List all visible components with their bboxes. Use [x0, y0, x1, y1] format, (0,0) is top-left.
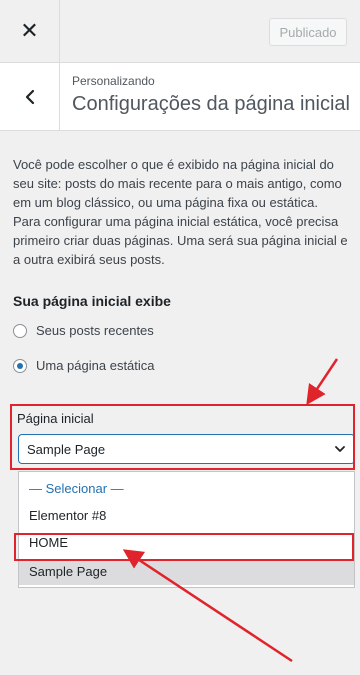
close-icon: ✕ [20, 19, 39, 44]
radio-button-checked[interactable] [13, 358, 27, 373]
radio-static-page[interactable]: Uma página estática [13, 358, 155, 373]
panel-header: Personalizando Configurações da página i… [0, 63, 360, 131]
close-button[interactable]: ✕ [0, 0, 60, 63]
back-button[interactable] [0, 63, 60, 131]
radio-recent-posts[interactable]: Seus posts recentes [13, 323, 154, 338]
chevron-left-icon [25, 89, 34, 105]
dropdown-option-current[interactable]: Sample Page [19, 559, 354, 585]
customizer-topbar: ✕ Publicado [0, 0, 360, 63]
dropdown-option[interactable]: — Selecionar — [19, 476, 354, 502]
homepage-displays-label: Sua página inicial exibe [13, 293, 171, 309]
radio-button[interactable] [13, 323, 27, 338]
highlight-box-home-option [14, 533, 354, 561]
dropdown-option[interactable]: Elementor #8 [19, 503, 354, 529]
page-title: Configurações da página inicial [72, 93, 350, 115]
panel-body: Você pode escolher o que é exibido na pá… [0, 131, 360, 675]
front-page-dropdown: — Selecionar — Elementor #8 HOME Sample … [18, 471, 355, 588]
radio-label: Seus posts recentes [36, 323, 154, 338]
breadcrumb: Personalizando [72, 74, 155, 88]
radio-label: Uma página estática [36, 358, 155, 373]
description-text: Você pode escolher o que é exibido na pá… [13, 157, 348, 267]
publish-button[interactable]: Publicado [269, 18, 347, 46]
arrow-to-front-page [306, 358, 339, 406]
highlight-box-front-page [10, 404, 355, 470]
